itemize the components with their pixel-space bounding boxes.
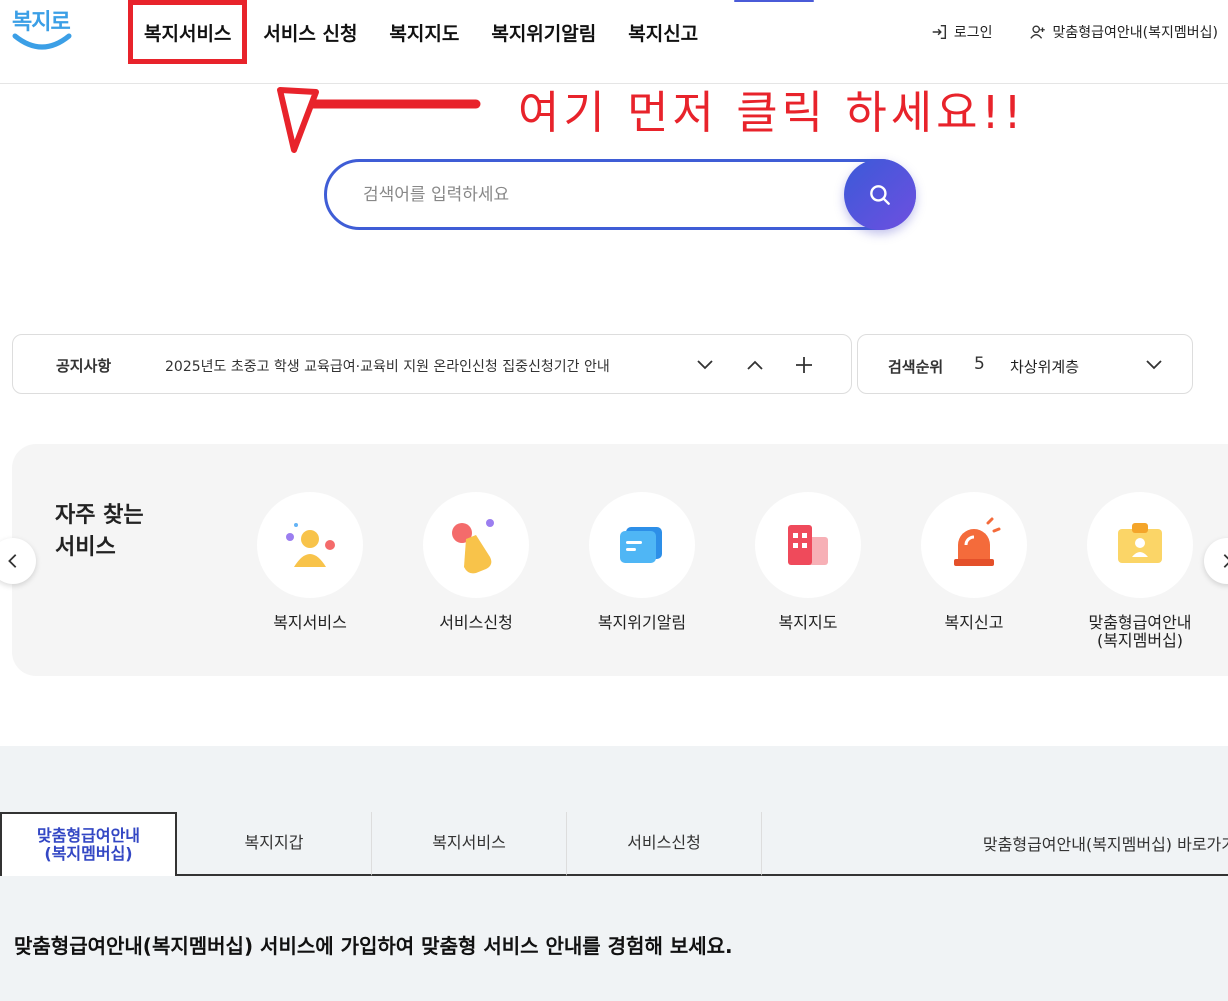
siren-icon <box>954 517 1001 566</box>
building-icon <box>788 525 828 565</box>
search-ranking-bar: 검색순위 5 차상위계층 <box>857 334 1193 394</box>
notice-text[interactable]: 2025년도 초중고 학생 교육급여·교육비 지원 온라인신청 집중신청기간 안… <box>165 356 610 376</box>
frequent-services: 자주 찾는 서비스 복지서비스 서비스신청 복지위기알림 복지지도 복지신고 맞… <box>0 444 1228 676</box>
login-label: 로그인 <box>953 25 993 41</box>
chevron-down-icon <box>1146 360 1162 370</box>
tab-welfare-service[interactable]: 복지서비스 <box>372 812 567 876</box>
nav-service-apply[interactable]: 서비스 신청 <box>247 0 373 64</box>
frequent-title-line2: 서비스 <box>55 535 116 560</box>
tab-welfare-wallet[interactable]: 복지지갑 <box>177 812 372 876</box>
nav-welfare-service[interactable]: 복지서비스 <box>128 0 248 64</box>
service-welfare-circle <box>257 492 363 598</box>
nav-welfare-report[interactable]: 복지신고 <box>612 0 714 64</box>
main-nav: 복지서비스 서비스 신청 복지지도 복지위기알림 복지신고 <box>128 0 714 64</box>
membership-shortcut-label: 맞춤형급여안내(복지멤버십) 바로가기 <box>982 835 1228 854</box>
service-membership-label-line1: 맞춤형급여안내 <box>1088 613 1192 632</box>
service-membership-label: 맞춤형급여안내 (복지멤버십) <box>1065 614 1215 650</box>
frequent-services-title: 자주 찾는 서비스 <box>55 500 175 564</box>
service-map-circle <box>755 492 861 598</box>
service-report-label: 복지신고 <box>944 613 1004 632</box>
tab-membership[interactable]: 맞춤형급여안내 (복지멤버십) <box>0 812 177 876</box>
search-input[interactable] <box>363 162 833 227</box>
service-welfare-label: 복지서비스 <box>273 613 347 632</box>
search-icon <box>870 184 890 205</box>
login-link[interactable]: 로그인 <box>930 22 993 42</box>
service-apply-label: 서비스신청 <box>439 613 513 632</box>
chevron-right-icon <box>1223 554 1228 568</box>
hand-pointer-icon <box>452 519 494 574</box>
ranking-expand-button[interactable] <box>1138 349 1170 381</box>
site-logo[interactable]: 복지로 <box>10 4 74 56</box>
service-welfare-map[interactable]: 복지지도 <box>733 492 883 632</box>
frequent-title-line1: 자주 찾는 <box>55 503 144 528</box>
service-crisis-label: 복지위기알림 <box>597 613 687 632</box>
service-crisis-circle <box>589 492 695 598</box>
chevron-down-icon <box>697 360 713 370</box>
site-header: 복지로 복지서비스 서비스 신청 복지지도 복지위기알림 복지신고 로그인 맞춤… <box>0 0 1228 84</box>
nav-crisis-alert[interactable]: 복지위기알림 <box>475 0 612 64</box>
ranking-term[interactable]: 차상위계층 <box>1010 356 1079 377</box>
plus-icon <box>796 357 812 373</box>
membership-label: 맞춤형급여안내(복지멤버십) <box>1052 25 1218 41</box>
carousel-prev-button[interactable] <box>0 538 36 584</box>
service-membership-circle <box>1087 492 1193 598</box>
nav-welfare-map[interactable]: 복지지도 <box>373 0 475 64</box>
service-membership[interactable]: 맞춤형급여안내 (복지멤버십) <box>1065 492 1215 650</box>
tab-membership-line1: 맞춤형급여안내 <box>36 826 141 845</box>
notice-bar: 공지사항 2025년도 초중고 학생 교육급여·교육비 지원 온라인신청 집중신… <box>12 334 852 394</box>
people-icon <box>286 523 335 567</box>
notice-prev-button[interactable] <box>739 349 771 381</box>
annotation-text: 여기 먼저 클릭 하세요!! <box>518 86 1026 139</box>
notice-label: 공지사항 <box>56 357 112 375</box>
header-accent-bar <box>734 0 814 2</box>
service-apply-circle <box>423 492 529 598</box>
login-icon <box>932 24 946 40</box>
service-map-label: 복지지도 <box>778 613 838 632</box>
user-plus-icon <box>1029 25 1045 39</box>
ranking-number: 5 <box>974 354 985 374</box>
logo-smile-icon <box>12 33 72 50</box>
membership-section: 맞춤형급여안내 (복지멤버십) 복지지갑 복지서비스 서비스신청 맞춤형급여안내… <box>0 746 1228 1001</box>
service-welfare-report[interactable]: 복지신고 <box>899 492 1049 632</box>
top-utility-links: 로그인 맞춤형급여안내(복지멤버십) <box>930 22 1218 42</box>
chevron-up-icon <box>747 360 763 370</box>
service-membership-label-line2: (복지멤버십) <box>1096 631 1184 650</box>
membership-link[interactable]: 맞춤형급여안내(복지멤버십) <box>1029 22 1218 42</box>
membership-shortcut-link[interactable]: 맞춤형급여안내(복지멤버십) 바로가기 <box>762 812 1228 876</box>
notice-more-button[interactable] <box>788 349 820 381</box>
tab-service-apply[interactable]: 서비스신청 <box>567 812 762 876</box>
search-box <box>324 159 916 230</box>
annotation-arrow-icon <box>277 87 481 153</box>
search-button[interactable] <box>844 159 916 230</box>
tab-membership-line2: (복지멤버십) <box>44 844 133 863</box>
membership-description: 맞춤형급여안내(복지멤버십) 서비스에 가입하여 맞춤형 서비스 안내를 경험해… <box>14 934 733 958</box>
service-crisis-alert[interactable]: 복지위기알림 <box>567 492 717 632</box>
notice-next-button[interactable] <box>689 349 721 381</box>
service-report-circle <box>921 492 1027 598</box>
chevron-left-icon <box>8 554 17 568</box>
service-apply[interactable]: 서비스신청 <box>401 492 551 632</box>
message-icon <box>620 527 662 563</box>
membership-tabs: 맞춤형급여안내 (복지멤버십) 복지지갑 복지서비스 서비스신청 맞춤형급여안내… <box>0 812 1228 876</box>
service-welfare[interactable]: 복지서비스 <box>235 492 385 632</box>
id-card-icon <box>1118 523 1162 563</box>
ranking-label: 검색순위 <box>888 358 944 376</box>
